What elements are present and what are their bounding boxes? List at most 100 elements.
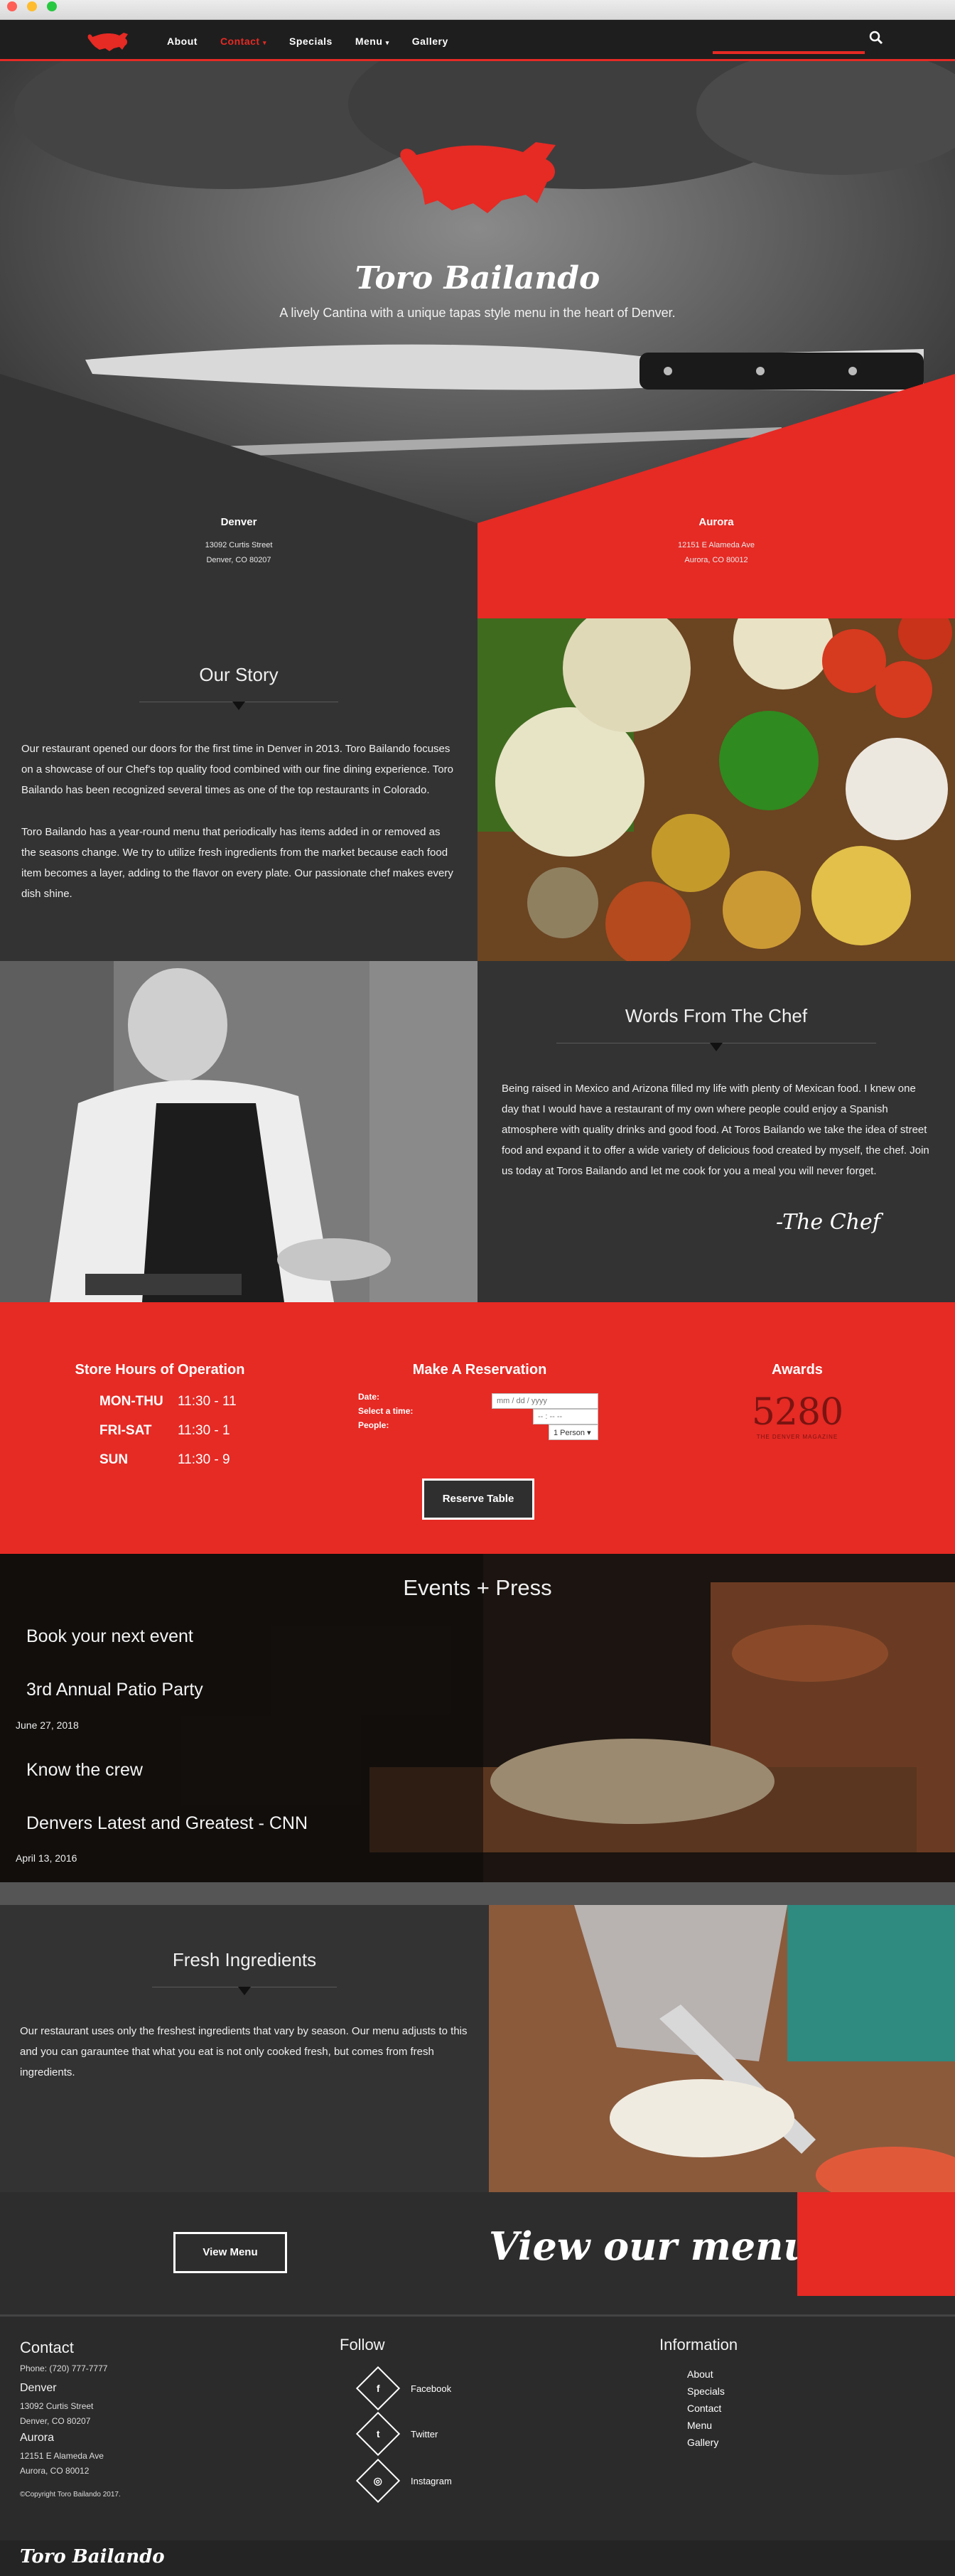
footer-city: Denver xyxy=(20,2382,57,2394)
event-date: June 27, 2018 xyxy=(16,1719,79,1731)
hero-section: Toro Bailando A lively Cantina with a un… xyxy=(0,61,955,618)
our-story-paragraph: Toro Bailando has a year-round menu that… xyxy=(21,826,453,900)
footer-link-menu[interactable]: Menu xyxy=(687,2417,725,2434)
time-label: Select a time: xyxy=(358,1406,414,1416)
events-press-section: Events + Press Book your next event 3rd … xyxy=(0,1554,955,1882)
footer-contact: Contact Phone: (720) 777-7777 Denver 130… xyxy=(20,2339,121,2502)
footer-brand: Toro Bailando xyxy=(20,2546,165,2567)
nav-item-about[interactable]: About xyxy=(167,36,198,47)
location-aurora: Aurora 12151 E Alameda Ave Aurora, CO 80… xyxy=(478,516,955,568)
social-instagram-link[interactable]: ◎ Instagram xyxy=(355,2458,452,2503)
chef-photo xyxy=(0,961,478,1302)
footer-follow-title: Follow xyxy=(340,2336,385,2354)
view-menu-section: View Menu View our menu xyxy=(0,2192,955,2314)
our-story-section: Our Story Our restaurant opened our door… xyxy=(0,618,478,961)
nav-item-gallery[interactable]: Gallery xyxy=(412,36,448,47)
event-item[interactable]: Book your next event xyxy=(26,1626,193,1647)
close-window-icon[interactable] xyxy=(7,1,17,11)
date-label: Date: xyxy=(358,1392,380,1402)
award-5280-logo: 5280 xyxy=(751,1391,843,1434)
people-select[interactable]: 1 Person ▾ xyxy=(549,1424,598,1440)
nav-item-specials[interactable]: Specials xyxy=(289,36,333,47)
triangle-down-icon xyxy=(238,1987,251,1995)
section-divider xyxy=(478,1037,955,1051)
info-band: Store Hours of Operation MON-THU 11:30 - … xyxy=(0,1302,955,1554)
section-divider xyxy=(0,1981,489,1995)
location-address-line: Aurora, CO 80012 xyxy=(684,556,748,564)
location-name: Denver xyxy=(220,516,257,528)
view-menu-button[interactable]: View Menu xyxy=(173,2232,287,2273)
fresh-ingredients-section: Fresh Ingredients Our restaurant uses on… xyxy=(0,1905,489,2192)
footer-link-gallery[interactable]: Gallery xyxy=(687,2434,725,2451)
facebook-icon: f xyxy=(376,2382,380,2394)
chef-paragraph: Being raised in Mexico and Arizona fille… xyxy=(502,1083,929,1177)
top-navigation: About Contact ▾ Specials Menu ▾ Gallery xyxy=(0,20,955,61)
fresh-title: Fresh Ingredients xyxy=(172,1949,317,1970)
footer-city: Aurora xyxy=(20,2432,55,2444)
footer-link-specials[interactable]: Specials xyxy=(687,2383,725,2400)
chef-signature: -The Chef xyxy=(776,1210,880,1235)
footer-contact-title: Contact xyxy=(20,2339,74,2356)
browser-chrome xyxy=(0,0,955,20)
section-divider xyxy=(0,696,478,710)
date-input[interactable]: mm / dd / yyyy xyxy=(492,1393,598,1409)
awards-title: Awards xyxy=(772,1362,823,1378)
footer-information-title: Information xyxy=(659,2336,738,2354)
search-icon[interactable] xyxy=(868,30,884,45)
location-address-line: Denver, CO 80207 xyxy=(206,556,271,564)
chevron-down-icon: ▾ xyxy=(587,1429,591,1437)
people-label: People: xyxy=(358,1420,389,1430)
hours-row: SUN 11:30 - 9 xyxy=(99,1452,230,1467)
chef-section-title: Words From The Chef xyxy=(625,1005,808,1026)
footer-link-contact[interactable]: Contact xyxy=(687,2400,725,2417)
hero-brand-title: Toro Bailando xyxy=(355,260,600,296)
our-story-paragraph: Our restaurant opened our doors for the … xyxy=(21,743,453,796)
instagram-icon: ◎ xyxy=(373,2474,383,2486)
location-name: Aurora xyxy=(698,516,734,528)
footer-bottom-bar: Toro Bailando xyxy=(0,2540,955,2576)
footer-info-links: About Specials Contact Menu Gallery xyxy=(687,2366,725,2451)
awards: Awards 5280 THE DENVER MAGAZINE xyxy=(719,1362,875,1440)
events-title: Events + Press xyxy=(403,1575,552,1600)
maximize-window-icon[interactable] xyxy=(47,1,57,11)
fresh-paragraph: Our restaurant uses only the freshest in… xyxy=(20,2025,468,2078)
nav-item-contact[interactable]: Contact ▾ xyxy=(220,36,266,47)
triangle-down-icon xyxy=(710,1043,723,1051)
nav-links: About Contact ▾ Specials Menu ▾ Gallery xyxy=(167,36,448,47)
search-underline xyxy=(713,51,865,54)
store-hours: Store Hours of Operation MON-THU 11:30 - … xyxy=(43,1362,277,1481)
social-facebook-link[interactable]: f Facebook xyxy=(355,2366,451,2411)
reserve-table-button[interactable]: Reserve Table xyxy=(422,1478,534,1520)
hours-row: FRI-SAT 11:30 - 1 xyxy=(99,1423,230,1438)
section-spacer xyxy=(0,1882,955,1905)
store-hours-title: Store Hours of Operation xyxy=(75,1362,245,1378)
footer-copyright: ©Copyright Toro Bailando 2017. xyxy=(20,2491,121,2499)
footer-link-about[interactable]: About xyxy=(687,2366,725,2383)
twitter-icon: t xyxy=(376,2427,380,2440)
cutting-vegetables-photo xyxy=(489,1905,955,2192)
view-menu-script-text[interactable]: View our menu xyxy=(489,2223,811,2269)
our-story-title: Our Story xyxy=(199,664,279,685)
location-address-line: 13092 Curtis Street xyxy=(205,541,273,549)
location-address-line: 12151 E Alameda Ave xyxy=(677,541,755,549)
event-date: April 13, 2016 xyxy=(16,1852,77,1864)
store-hours-list: MON-THU 11:30 - 11 FRI-SAT 11:30 - 1 SUN 11… xyxy=(99,1394,277,1481)
nav-item-menu[interactable]: Menu ▾ xyxy=(355,36,389,47)
award-logo-subtitle: THE DENVER MAGAZINE xyxy=(756,1434,838,1440)
event-item[interactable]: Know the crew xyxy=(26,1760,143,1781)
chef-words-section: Words From The Chef Being raised in Mexi… xyxy=(478,961,955,1302)
bull-logo-icon[interactable] xyxy=(85,28,131,54)
hero-bull-icon xyxy=(400,142,556,213)
chevron-down-icon: ▾ xyxy=(385,39,389,46)
event-item[interactable]: Denvers Latest and Greatest - CNN xyxy=(26,1813,308,1834)
location-denver: Denver 13092 Curtis Street Denver, CO 80… xyxy=(0,516,478,568)
red-accent-block xyxy=(797,2192,955,2296)
footer-phone: Phone: (720) 777-7777 xyxy=(20,2363,108,2373)
vegetables-photo xyxy=(478,618,955,961)
triangle-down-icon xyxy=(232,702,245,710)
event-item[interactable]: 3rd Annual Patio Party xyxy=(26,1680,203,1700)
minimize-window-icon[interactable] xyxy=(27,1,37,11)
time-input[interactable]: -- : -- -- xyxy=(533,1409,598,1424)
footer: Contact Phone: (720) 777-7777 Denver 130… xyxy=(0,2314,955,2576)
social-twitter-link[interactable]: t Twitter xyxy=(355,2411,438,2457)
